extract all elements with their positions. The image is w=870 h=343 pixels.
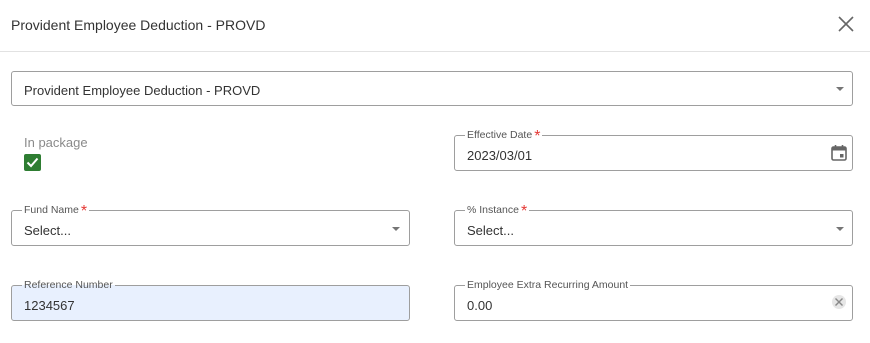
reference-number-value: 1234567: [24, 298, 75, 313]
required-mark: *: [520, 203, 528, 220]
clear-icon[interactable]: [832, 295, 846, 309]
required-mark: *: [534, 128, 541, 145]
required-mark: *: [80, 203, 88, 220]
chevron-down-icon: [392, 227, 400, 231]
extra-amount-value: 0.00: [467, 298, 493, 313]
deduction-dialog: Provident Employee Deduction - PROVD Pro…: [0, 0, 870, 343]
fund-name-label: Fund Name *: [22, 203, 90, 220]
instance-label: % Instance *: [465, 203, 530, 220]
dialog-title: Provident Employee Deduction - PROVD: [11, 17, 266, 33]
effective-date-field[interactable]: Effective Date * 2023/03/01: [454, 129, 853, 171]
effective-date-value: 2023/03/01: [467, 148, 533, 163]
instance-select[interactable]: % Instance * Select...: [454, 204, 853, 246]
deduction-select-value: Provident Employee Deduction - PROVD: [24, 83, 261, 98]
extra-amount-input[interactable]: Employee Extra Recurring Amount 0.00: [454, 279, 853, 321]
effective-date-label: Effective Date *: [465, 128, 543, 145]
reference-number-label: Reference Number: [22, 279, 115, 291]
dialog-header: Provident Employee Deduction - PROVD: [0, 0, 870, 52]
fund-name-value: Select...: [24, 223, 71, 238]
deduction-select[interactable]: Provident Employee Deduction - PROVD: [11, 71, 853, 106]
instance-value: Select...: [467, 223, 514, 238]
reference-number-input[interactable]: Reference Number 1234567: [11, 279, 410, 321]
extra-amount-label: Employee Extra Recurring Amount: [465, 279, 631, 291]
chevron-down-icon: [836, 227, 844, 231]
in-package-label: In package: [24, 135, 88, 150]
chevron-down-icon: [836, 87, 844, 91]
close-icon[interactable]: [836, 14, 856, 34]
calendar-icon[interactable]: [831, 144, 847, 161]
checkmark-icon: [26, 157, 39, 168]
fund-name-select[interactable]: Fund Name * Select...: [11, 204, 410, 246]
in-package-checkbox[interactable]: [24, 154, 41, 171]
